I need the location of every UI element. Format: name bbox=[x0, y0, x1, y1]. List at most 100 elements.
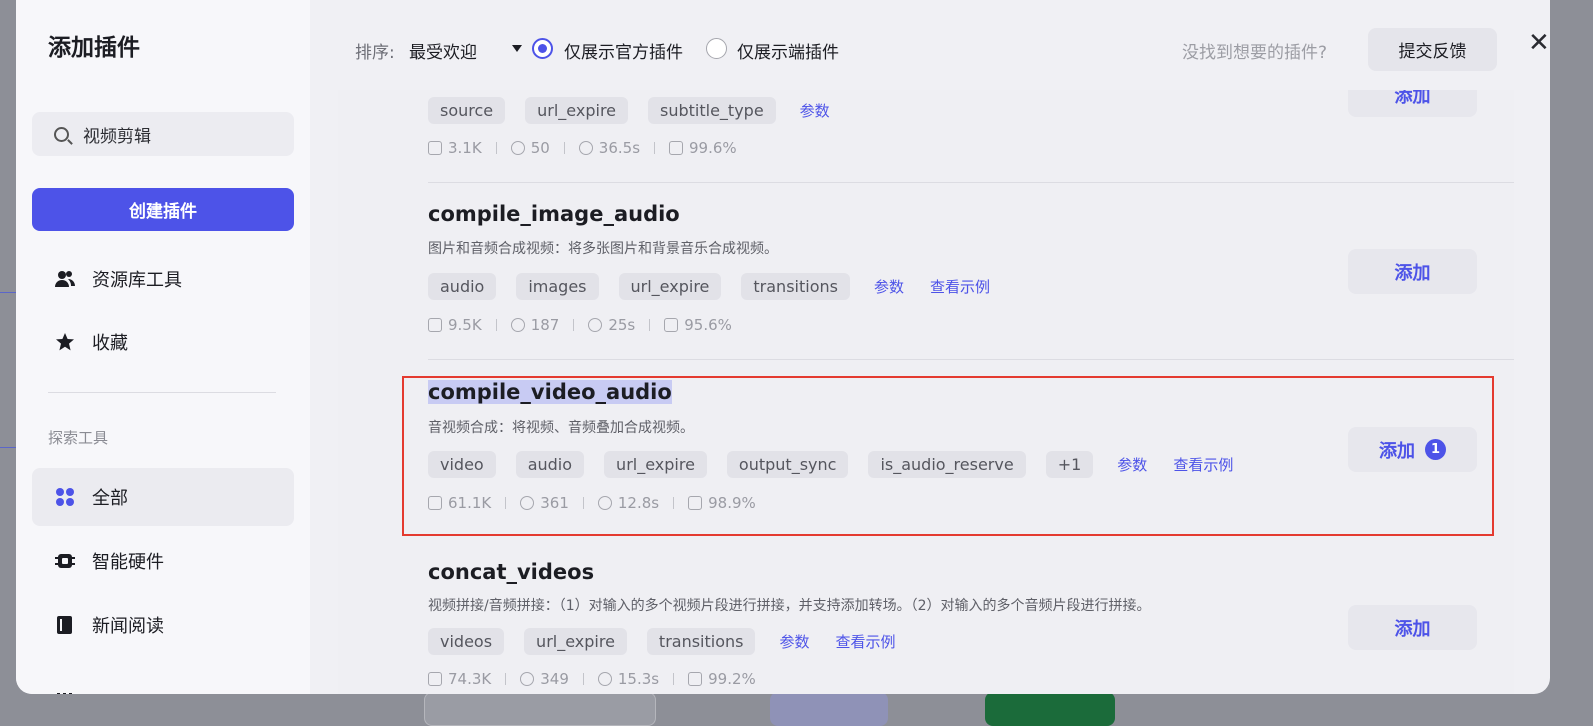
robot-icon bbox=[510, 141, 525, 155]
sidebar-item-library-tools[interactable]: 资源库工具 bbox=[32, 250, 294, 308]
background-panel bbox=[770, 692, 888, 726]
param-tags: source url_expire subtitle_type 参数 bbox=[428, 97, 842, 124]
params-link[interactable]: 参数 bbox=[800, 100, 830, 121]
latency-value: 25s bbox=[608, 316, 636, 334]
param-tag: url_expire bbox=[524, 628, 627, 655]
create-plugin-button[interactable]: 创建插件 bbox=[32, 188, 294, 231]
sort-dropdown[interactable]: 最受欢迎 bbox=[409, 38, 477, 63]
feedback-button[interactable]: 提交反馈 bbox=[1368, 28, 1497, 71]
search-input[interactable]: 视频剪辑 bbox=[32, 112, 294, 156]
param-tag: subtitle_type bbox=[648, 97, 776, 124]
latency-stat: 25s bbox=[588, 316, 635, 334]
grid-icon bbox=[54, 486, 76, 508]
latency-stat: 36.5s bbox=[578, 139, 640, 157]
dialog-title: 添加插件 bbox=[48, 35, 140, 61]
view-example-link[interactable]: 查看示例 bbox=[930, 276, 990, 297]
sidebar: 添加插件 视频剪辑 创建插件 资源库工具 收藏 探索工具 全部 智能硬件 新闻阅… bbox=[16, 0, 310, 694]
book-icon bbox=[54, 614, 76, 636]
latency-stat: 15.3s bbox=[597, 670, 660, 688]
params-link[interactable]: 参数 bbox=[874, 276, 904, 297]
bot-icon bbox=[428, 672, 442, 686]
usage-stat: 9.5K bbox=[428, 316, 482, 334]
usage-stat: 74.3K bbox=[428, 670, 491, 688]
bots-count: 187 bbox=[530, 316, 560, 334]
plugin-stats: 3.1K 50 36.5s 99.6% bbox=[428, 139, 737, 157]
param-tags: videos url_expire transitions 参数 查看示例 bbox=[428, 628, 908, 655]
add-plugin-dialog: 添加插件 视频剪辑 创建插件 资源库工具 收藏 探索工具 全部 智能硬件 新闻阅… bbox=[16, 0, 1550, 694]
search-icon bbox=[54, 126, 69, 142]
not-found-hint: 没找到想要的插件? bbox=[1182, 43, 1328, 63]
bots-stat: 187 bbox=[510, 316, 560, 334]
chevron-down-icon[interactable] bbox=[512, 45, 522, 52]
background-line bbox=[0, 447, 16, 448]
param-tag: videos bbox=[428, 628, 505, 655]
users-icon bbox=[54, 268, 76, 290]
category-news-reading[interactable]: 新闻阅读 bbox=[32, 596, 294, 654]
explore-section-label: 探索工具 bbox=[48, 429, 109, 447]
latency-value: 15.3s bbox=[617, 670, 660, 688]
stat-separator bbox=[649, 319, 651, 331]
list-icon bbox=[54, 678, 76, 694]
plugin-description: 图片和音频合成视频：将多张图片和背景音乐合成视频。 bbox=[428, 241, 778, 257]
message-icon bbox=[688, 672, 703, 686]
chip-icon bbox=[54, 550, 76, 572]
plugin-list: 添加 source url_expire subtitle_type 参数 3.… bbox=[338, 90, 1514, 694]
usage-stat: 3.1K bbox=[428, 139, 482, 157]
stat-separator bbox=[582, 673, 584, 685]
category-label: 新闻阅读 bbox=[92, 616, 164, 637]
add-button[interactable]: 添加 bbox=[1348, 249, 1477, 294]
success-stat: 95.6% bbox=[664, 316, 732, 334]
stat-separator bbox=[673, 673, 675, 685]
endside-only-label[interactable]: 仅展示端插件 bbox=[737, 38, 839, 63]
clock-icon bbox=[597, 672, 612, 686]
message-icon bbox=[664, 318, 679, 332]
param-tags: audio images url_expire transitions 参数 查… bbox=[428, 273, 1002, 300]
stat-separator bbox=[495, 142, 497, 154]
param-tag: source bbox=[428, 97, 506, 124]
stat-separator bbox=[573, 319, 575, 331]
item-divider bbox=[428, 359, 1514, 360]
bots-count: 50 bbox=[530, 139, 550, 157]
success-rate: 99.2% bbox=[708, 670, 756, 688]
toolbar: 排序: 最受欢迎 仅展示官方插件 仅展示端插件 没找到想要的插件? 提交反馈 ✕ bbox=[310, 0, 1550, 96]
bots-stat: 349 bbox=[520, 670, 569, 688]
clock-icon bbox=[588, 318, 603, 332]
official-only-label[interactable]: 仅展示官方插件 bbox=[564, 38, 683, 63]
sidebar-item-label: 收藏 bbox=[92, 333, 128, 354]
success-rate: 95.6% bbox=[684, 316, 732, 334]
stat-separator bbox=[654, 142, 656, 154]
bot-icon bbox=[428, 141, 442, 155]
clock-icon bbox=[578, 141, 593, 155]
plugin-title: concat_videos bbox=[428, 560, 595, 584]
endside-only-radio[interactable] bbox=[706, 38, 727, 59]
search-value: 视频剪辑 bbox=[83, 126, 151, 147]
param-tag: transitions bbox=[646, 628, 756, 655]
sidebar-item-label: 资源库工具 bbox=[92, 270, 182, 291]
official-only-radio[interactable] bbox=[532, 38, 553, 59]
view-example-link[interactable]: 查看示例 bbox=[836, 631, 896, 652]
category-smart-hardware[interactable]: 智能硬件 bbox=[32, 532, 294, 590]
sidebar-item-favorites[interactable]: 收藏 bbox=[32, 313, 294, 371]
bots-count: 349 bbox=[540, 670, 569, 688]
robot-icon bbox=[510, 318, 525, 332]
sidebar-divider bbox=[48, 392, 276, 393]
item-divider bbox=[428, 182, 1514, 183]
category-partial[interactable] bbox=[32, 660, 294, 694]
param-tag: images bbox=[516, 273, 599, 300]
stat-separator bbox=[563, 142, 565, 154]
add-button[interactable]: 添加 bbox=[1348, 90, 1477, 117]
usage-count: 3.1K bbox=[448, 139, 482, 157]
add-button[interactable]: 添加 bbox=[1348, 605, 1477, 650]
stat-separator bbox=[505, 673, 507, 685]
success-rate: 99.6% bbox=[689, 139, 737, 157]
params-link[interactable]: 参数 bbox=[779, 631, 809, 652]
close-icon[interactable]: ✕ bbox=[1528, 30, 1550, 56]
category-label: 智能硬件 bbox=[92, 552, 164, 573]
success-stat: 99.6% bbox=[669, 139, 737, 157]
highlight-box bbox=[402, 376, 1494, 536]
usage-count: 9.5K bbox=[448, 316, 482, 334]
plugin-title: compile_image_audio bbox=[428, 202, 680, 226]
category-all[interactable]: 全部 bbox=[32, 468, 294, 526]
usage-count: 74.3K bbox=[448, 670, 492, 688]
sort-label: 排序: bbox=[355, 43, 395, 63]
